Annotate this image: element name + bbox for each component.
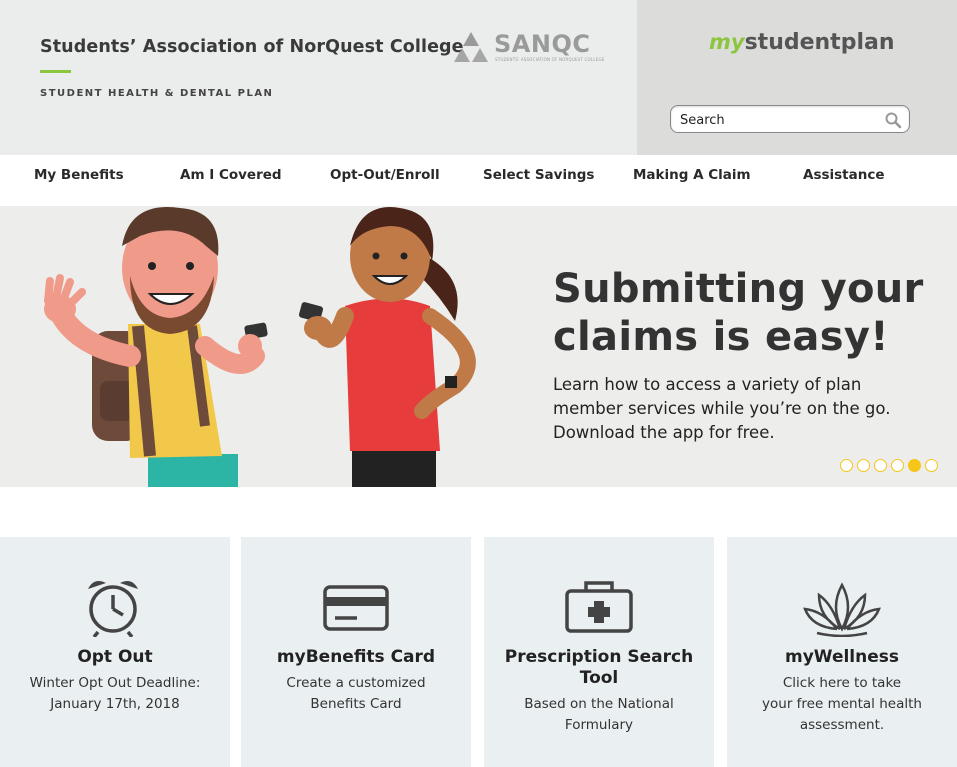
hero-body-line-3: Download the app for free. — [553, 423, 775, 442]
sanqc-logo-small-text: STUDENTS' ASSOCIATION OF NORQUEST COLLEG… — [495, 57, 605, 62]
nav-item-assistance[interactable]: Assistance — [803, 167, 885, 183]
card-desc-line-2: Formulary — [564, 717, 634, 733]
mystudentplan-logo[interactable]: mystudentplan — [709, 30, 895, 55]
carousel-dot-1[interactable] — [840, 459, 853, 472]
card-desc-line-1: Click here to take — [782, 675, 902, 691]
card-desc-line-1: Create a customized — [286, 675, 426, 691]
nav-item-my-benefits[interactable]: My Benefits — [34, 167, 124, 183]
search-icon[interactable] — [884, 111, 902, 129]
card-opt-out[interactable]: Opt Out Winter Opt Out Deadline: January… — [0, 537, 230, 767]
mystudentplan-logo-my: my — [709, 30, 745, 54]
card-mywellness[interactable]: myWellness Click here to take your free … — [727, 537, 957, 767]
hero-body-text: Learn how to access a variety of plan me… — [553, 373, 890, 445]
nav-item-select-savings[interactable]: Select Savings — [483, 167, 594, 183]
sanqc-logo-text: SANQC — [494, 30, 591, 58]
hero-headline-line-1: Submitting your — [553, 266, 924, 312]
card-desc: Based on the National Formulary — [494, 694, 704, 736]
hero-headline: Submitting your claims is easy! — [553, 265, 924, 361]
hero-headline-line-2: claims is easy! — [553, 314, 889, 360]
carousel-dot-4[interactable] — [891, 459, 904, 472]
carousel-dot-3[interactable] — [874, 459, 887, 472]
card-desc-line-1: Winter Opt Out Deadline: — [29, 675, 201, 691]
man-illustration — [44, 207, 268, 487]
mystudentplan-logo-rest: studentplan — [744, 30, 895, 55]
card-desc-line-1: Based on the National — [524, 696, 674, 712]
card-title: myBenefits Card — [276, 647, 436, 667]
card-title: myWellness — [785, 647, 899, 667]
card-title: Prescription Search Tool — [494, 647, 704, 689]
org-title[interactable]: Students’ Association of NorQuest Colleg… — [40, 37, 464, 57]
accent-line — [40, 70, 71, 73]
card-desc-line-2: your free mental health — [762, 696, 922, 712]
card-desc: Winter Opt Out Deadline: January 17th, 2… — [10, 673, 220, 715]
card-title: Opt Out — [77, 647, 153, 667]
carousel-dot-2[interactable] — [857, 459, 870, 472]
card-desc: Create a customized Benefits Card — [251, 673, 461, 715]
card-desc-line-2: January 17th, 2018 — [50, 696, 180, 712]
credit-card-icon — [323, 585, 389, 631]
first-aid-kit-icon — [565, 581, 633, 633]
card-mybenefits-card[interactable]: myBenefits Card Create a customized Bene… — [241, 537, 471, 767]
nav-item-am-i-covered[interactable]: Am I Covered — [180, 167, 282, 183]
main-nav: My Benefits Am I Covered Opt-Out/Enroll … — [0, 155, 957, 206]
org-subtitle: STUDENT HEALTH & DENTAL PLAN — [40, 88, 274, 99]
carousel-dot-6[interactable] — [925, 459, 938, 472]
nav-item-opt-out-enroll[interactable]: Opt-Out/Enroll — [330, 167, 440, 183]
lotus-icon — [803, 582, 881, 637]
hero-illustration — [44, 207, 476, 487]
card-desc-line-2: Benefits Card — [310, 696, 402, 712]
carousel-dot-5[interactable] — [908, 459, 921, 472]
alarm-clock-icon — [88, 581, 138, 637]
hero-body-line-2: member services while you’re on the go. — [553, 399, 891, 418]
header-left-panel: Students’ Association of NorQuest Colleg… — [0, 0, 637, 155]
hero-banner[interactable]: Submitting your claims is easy! Learn ho… — [0, 206, 957, 487]
search-input[interactable] — [680, 111, 880, 129]
card-title-line-2: Tool — [579, 668, 619, 688]
card-prescription-search-tool[interactable]: Prescription Search Tool Based on the Na… — [484, 537, 714, 767]
card-title-line-1: Prescription Search — [504, 647, 694, 667]
card-desc: Click here to take your free mental heal… — [737, 673, 947, 736]
card-desc-line-3: assessment. — [799, 717, 885, 733]
woman-illustration — [298, 207, 476, 487]
nav-item-making-a-claim[interactable]: Making A Claim — [633, 167, 751, 183]
carousel-dots — [840, 459, 938, 472]
hero-body-line-1: Learn how to access a variety of plan — [553, 375, 862, 394]
search-box — [670, 105, 910, 133]
